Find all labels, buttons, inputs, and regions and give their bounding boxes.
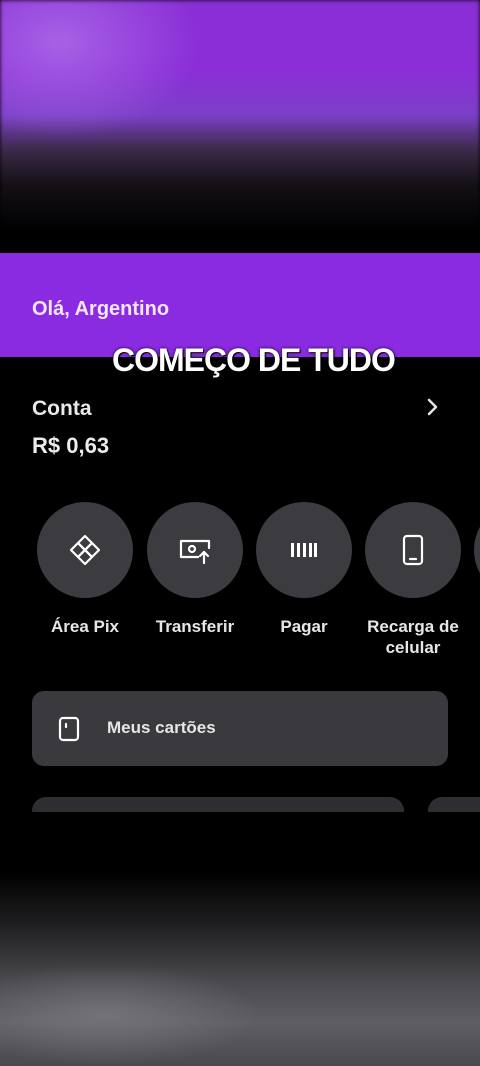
transfer-icon — [179, 539, 211, 565]
action-circle[interactable] — [256, 502, 352, 598]
action-transferir[interactable]: Transferir — [140, 502, 250, 637]
action-circle[interactable] — [37, 502, 133, 598]
action-label: Transferir — [155, 617, 235, 636]
pix-icon — [69, 534, 101, 566]
my-cards-label: Meus cartões — [107, 718, 216, 737]
barcode-icon — [291, 543, 317, 557]
action-circle[interactable] — [365, 502, 461, 598]
video-caption: COMEÇO DE TUDO — [112, 342, 396, 378]
blurred-video-bottom — [0, 812, 480, 1066]
action-label: Recarga de celular — [367, 617, 459, 657]
account-balance: R$ 0,63 — [32, 433, 110, 458]
phone-icon — [402, 534, 424, 566]
action-circle[interactable] — [147, 502, 243, 598]
my-cards-button[interactable]: Meus cartões — [32, 691, 448, 766]
action-partial-next[interactable] — [474, 502, 480, 598]
action-area-pix[interactable]: Área Pix — [30, 502, 140, 637]
blurred-video-top — [0, 0, 480, 252]
action-recarga-celular[interactable]: Recarga de celular — [358, 502, 468, 658]
action-label: Área Pix — [50, 617, 120, 636]
action-pagar[interactable]: Pagar — [249, 502, 359, 637]
account-label[interactable]: Conta — [32, 397, 92, 421]
card-icon — [58, 716, 80, 742]
greeting-text: Olá, Argentino — [32, 298, 170, 320]
action-label: Pagar — [280, 617, 328, 636]
screen: Olá, Argentino COMEÇO DE TUDO Conta R$ 0… — [0, 0, 480, 1066]
chevron-right-icon[interactable] — [424, 396, 442, 418]
